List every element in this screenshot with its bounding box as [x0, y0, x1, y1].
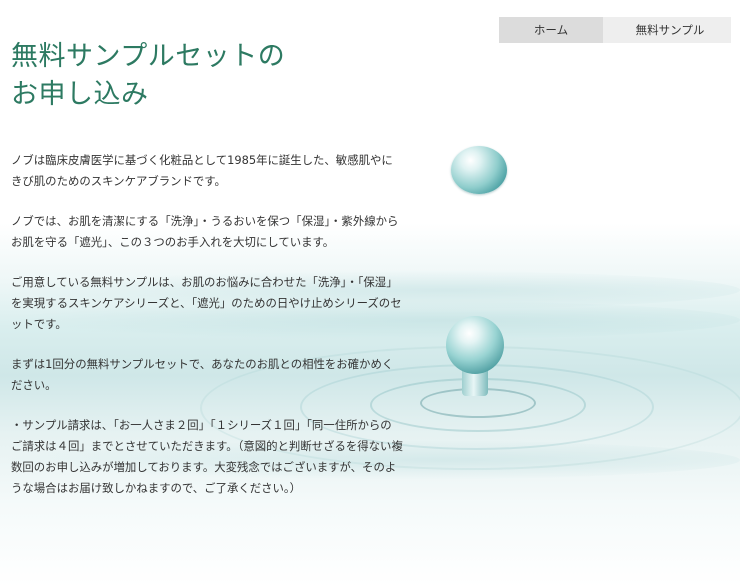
- intro-text: ノブは臨床皮膚医学に基づく化粧品として1985年に誕生した、敏感肌やにきび肌のた…: [11, 150, 403, 518]
- intro-paragraph: ご用意している無料サンプルは、お肌のお悩みに合わせた「洗浄」・「保湿」を実現する…: [11, 275, 402, 331]
- intro-paragraph: ノブでは、お肌を清潔にする「洗浄」・うるおいを保つ「保湿」・紫外線からお肌を守る…: [11, 214, 399, 249]
- water-drop: [446, 316, 504, 374]
- intro-paragraph: まずは1回分の無料サンプルセットで、あなたのお肌との相性をお確かめください。: [11, 357, 394, 392]
- intro-paragraph: ノブは臨床皮膚医学に基づく化粧品として1985年に誕生した、敏感肌やにきび肌のた…: [11, 153, 393, 188]
- notice-paragraph: ・サンプル請求は、「お一人さま２回」「１シリーズ１回」「同一住所からのご請求は４…: [11, 418, 403, 495]
- page-title: 無料サンプルセットの お申し込み: [11, 38, 285, 114]
- breadcrumb-current: 無料サンプル: [603, 17, 731, 43]
- page-title-line2: お申し込み: [11, 79, 149, 110]
- page-title-line1: 無料サンプルセットの: [11, 41, 286, 72]
- water-drop: [451, 146, 507, 194]
- breadcrumb: ホーム 無料サンプル: [499, 17, 731, 43]
- breadcrumb-home-link[interactable]: ホーム: [499, 17, 616, 43]
